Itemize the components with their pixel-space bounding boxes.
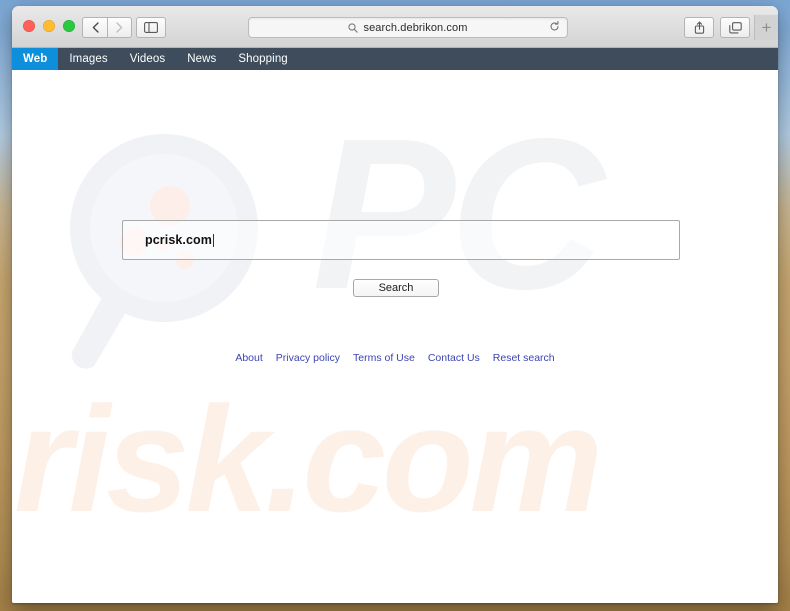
window-traffic-lights: [23, 20, 75, 32]
show-all-tabs-button[interactable]: [720, 17, 750, 38]
footer-link-contact-us[interactable]: Contact Us: [428, 352, 480, 364]
address-bar-url: search.debrikon.com: [363, 21, 468, 34]
close-window-button[interactable]: [23, 20, 35, 32]
minimize-window-button[interactable]: [43, 20, 55, 32]
chevron-right-icon: [116, 22, 123, 33]
share-button[interactable]: [684, 17, 714, 38]
search-button[interactable]: Search: [353, 279, 439, 297]
footer-links: About Privacy policy Terms of Use Contac…: [12, 352, 778, 364]
search-input-value: pcrisk.com: [145, 233, 213, 247]
sitenav-label: News: [187, 53, 217, 65]
sitenav-item-web[interactable]: Web: [12, 48, 59, 70]
footer-link-about[interactable]: About: [235, 352, 262, 364]
sitenav-item-shopping[interactable]: Shopping: [227, 48, 298, 70]
reload-icon[interactable]: [549, 19, 560, 37]
sitenav-label: Videos: [129, 53, 166, 65]
text-cursor: [213, 233, 215, 247]
search-page-content: PC risk.com pcrisk.com Search About Priv…: [12, 70, 778, 603]
address-bar[interactable]: search.debrikon.com: [248, 17, 568, 38]
sidebar-toggle-button[interactable]: [136, 17, 166, 38]
sitenav-item-news[interactable]: News: [176, 48, 227, 70]
search-input[interactable]: pcrisk.com: [122, 220, 680, 260]
riskcom-watermark-text: risk.com: [14, 375, 603, 543]
footer-link-terms-of-use[interactable]: Terms of Use: [353, 352, 415, 364]
search-button-label: Search: [378, 282, 414, 294]
share-icon: [694, 21, 704, 34]
sitenav-item-images[interactable]: Images: [58, 48, 118, 70]
tabs-icon: [728, 21, 742, 33]
sitenav-label: Shopping: [238, 53, 288, 65]
maximize-window-button[interactable]: [63, 20, 75, 32]
desktop-wallpaper: search.debrikon.com + Web Images Videos …: [0, 0, 790, 611]
sitenav-label: Web: [23, 53, 48, 65]
sidebar-icon: [144, 22, 158, 33]
back-button[interactable]: [82, 17, 107, 38]
new-tab-button[interactable]: +: [754, 15, 778, 40]
footer-link-reset-search[interactable]: Reset search: [493, 352, 555, 364]
new-tab-label: +: [761, 18, 772, 37]
site-navigation-bar: Web Images Videos News Shopping: [12, 48, 778, 70]
sitenav-item-videos[interactable]: Videos: [119, 48, 177, 70]
search-icon: [348, 22, 359, 33]
footer-link-privacy-policy[interactable]: Privacy policy: [276, 352, 340, 364]
sitenav-label: Images: [69, 53, 108, 65]
forward-button[interactable]: [107, 17, 132, 38]
safari-browser-window: search.debrikon.com + Web Images Videos …: [12, 6, 778, 603]
chevron-left-icon: [92, 22, 99, 33]
browser-toolbar: search.debrikon.com +: [12, 6, 778, 48]
